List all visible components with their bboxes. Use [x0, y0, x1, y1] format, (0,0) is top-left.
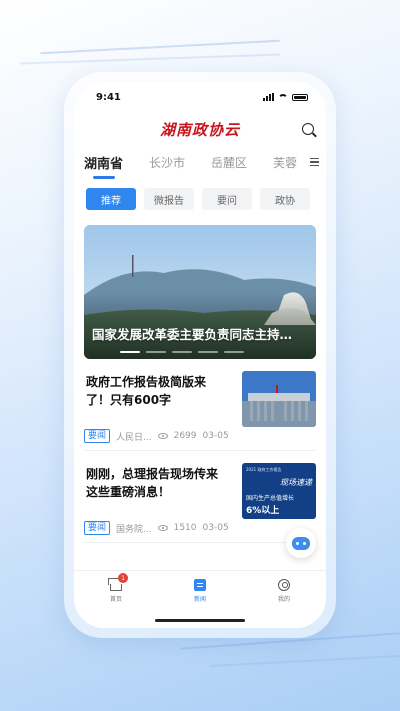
region-tabs: 湖南省 长沙市 岳麓区 芙蓉 [74, 146, 326, 179]
banner-caption: 国家发展改革委主要负责同志主持… [92, 327, 293, 342]
news-feed: 国家发展改革委主要负责同志主持… 政府工作报告极简版来了！只有600字 要闻 人… [74, 225, 326, 543]
decorative-line [210, 655, 400, 667]
region-tab-changsha[interactable]: 长沙市 [149, 154, 185, 171]
news-item[interactable]: 政府工作报告极简版来了！只有600字 要闻 人民日... 2699 03-05 [84, 359, 316, 451]
tab-home-label: 首页 [109, 596, 122, 603]
notification-badge: 1 [118, 573, 128, 583]
decorative-line [20, 53, 280, 65]
region-tab-hunan[interactable]: 湖南省 [84, 153, 123, 179]
bottom-tab-bar: 1 首页 新闻 我的 [74, 570, 326, 628]
category-tab-news[interactable]: 要问 [202, 188, 252, 210]
region-tab-furong[interactable]: 芙蓉 [273, 154, 297, 171]
app-logo: 湖南政协云 [159, 120, 240, 139]
eye-icon [157, 433, 168, 439]
category-tab-recommend[interactable]: 推荐 [86, 188, 136, 210]
signal-icon [263, 93, 274, 101]
banner-carousel[interactable]: 国家发展改革委主要负责同志主持… [84, 225, 316, 359]
news-views: 1510 [173, 523, 197, 533]
decorative-line [40, 39, 280, 55]
news-date: 03-05 [202, 523, 229, 533]
wifi-icon [278, 93, 288, 101]
thumb-text-2: 现场速递 [280, 478, 312, 487]
profile-icon [278, 579, 290, 591]
news-tag: 要闻 [84, 429, 111, 443]
carousel-indicator [120, 351, 244, 353]
thumb-text-1: 2021 政府工作报告 [246, 467, 282, 472]
news-thumbnail [242, 371, 316, 427]
thumb-text-4: 6%以上 [246, 506, 280, 516]
news-date: 03-05 [202, 431, 229, 441]
region-tab-yuelu[interactable]: 岳麓区 [211, 154, 247, 171]
home-indicator [155, 619, 245, 622]
thumb-text-3: 国内生产总值增长 [246, 495, 295, 502]
menu-icon[interactable] [302, 146, 326, 178]
status-time: 9:41 [96, 91, 121, 103]
home-icon [110, 584, 122, 591]
category-tabs: 推荐 微报告 要问 政协 [74, 178, 326, 210]
phone-screen: 9:41 湖南政协云 湖南省 长沙市 岳麓区 芙蓉 推荐 微报告 要问 政协 国… [74, 82, 326, 628]
news-views: 2699 [173, 431, 197, 441]
tab-home[interactable]: 1 首页 [74, 571, 158, 628]
news-title: 政府工作报告极简版来了！只有600字 [86, 375, 207, 407]
tab-profile[interactable]: 我的 [242, 571, 326, 628]
status-bar: 9:41 [74, 82, 326, 112]
news-meta: 要闻 人民日... 2699 03-05 [84, 429, 229, 443]
tab-news-label: 新闻 [193, 596, 206, 603]
category-tab-micro-report[interactable]: 微报告 [144, 188, 194, 210]
eye-icon [157, 525, 168, 531]
battery-icon [292, 93, 308, 101]
assistant-button[interactable] [286, 528, 316, 558]
news-title: 刚刚，总理报告现场传来这些重磅消息！ [86, 467, 219, 499]
news-tag: 要闻 [84, 521, 111, 535]
news-source: 人民日... [116, 432, 152, 443]
tab-profile-label: 我的 [277, 596, 290, 603]
news-item[interactable]: 刚刚，总理报告现场传来这些重磅消息！ 2021 政府工作报告 现场速递 国内生产… [84, 451, 316, 543]
news-icon [194, 579, 206, 591]
news-source: 国务院... [116, 524, 152, 535]
news-meta: 要闻 国务院... 1510 03-05 [84, 521, 229, 535]
search-icon[interactable] [302, 123, 314, 135]
app-header: 湖南政协云 [74, 112, 326, 146]
status-icons [263, 93, 308, 101]
robot-icon [292, 536, 310, 550]
category-tab-cppcc[interactable]: 政协 [260, 188, 310, 210]
news-thumbnail: 2021 政府工作报告 现场速递 国内生产总值增长 6%以上 [242, 463, 316, 519]
